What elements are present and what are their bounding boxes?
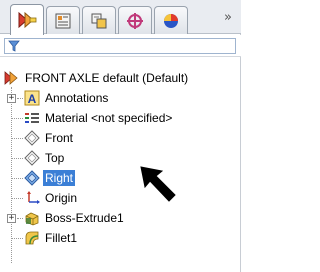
featuremanager-icon: [16, 10, 38, 30]
tree-connector: [11, 118, 23, 119]
tree-filter-input[interactable]: [4, 38, 236, 54]
svg-text:A: A: [27, 92, 36, 106]
filter-funnel-icon: [8, 40, 20, 55]
tree-connector: [11, 158, 23, 159]
plane-icon: [23, 130, 40, 147]
tree-connector: [11, 178, 23, 179]
tree-item-label: Material <not specified>: [45, 111, 173, 125]
part-icon: [3, 70, 20, 87]
tab-featuremanager[interactable]: [10, 4, 44, 35]
tree-item-origin[interactable]: Origin: [23, 188, 79, 208]
tree-item-top-plane[interactable]: Top: [23, 148, 66, 168]
tree-filter-bar: [0, 35, 241, 57]
tree-connector: [11, 238, 23, 239]
feature-manager-panel: » FRONT AXLE default (Default) + A Annot…: [0, 0, 241, 272]
configurationmanager-icon: [89, 11, 109, 31]
tree-root-label: FRONT AXLE default (Default): [25, 71, 189, 85]
tree-item-label: Fillet1: [45, 231, 78, 245]
tree-item-right-plane[interactable]: Right: [23, 168, 76, 188]
origin-icon: [23, 190, 40, 207]
tree-item-label: Top: [45, 151, 65, 165]
fillet-icon: [23, 230, 40, 247]
tab-propertymanager[interactable]: [46, 6, 80, 34]
displaymanager-icon: [161, 11, 181, 31]
tabs-overflow-chevron-icon[interactable]: »: [224, 10, 238, 26]
tab-configurationmanager[interactable]: [82, 6, 116, 34]
tree-item-material[interactable]: Material <not specified>: [23, 108, 174, 128]
tree-connector: [11, 87, 12, 263]
tree-item-label-selected: Right: [43, 170, 76, 186]
expand-boss-extrude-toggle[interactable]: +: [7, 214, 16, 223]
tree-connector: [11, 198, 23, 199]
tree-item-fillet1[interactable]: Fillet1: [23, 228, 79, 248]
tab-dimxpertmanager[interactable]: [118, 6, 152, 34]
pointer-arrow-icon: [140, 166, 176, 202]
tree-item-label: Origin: [45, 191, 78, 205]
material-icon: [23, 110, 40, 127]
tree-item-label: Front: [45, 131, 74, 145]
tree-item-annotations[interactable]: A Annotations: [23, 88, 110, 108]
tree-item-front-plane[interactable]: Front: [23, 128, 75, 148]
extrude-icon: [23, 210, 40, 227]
expand-annotations-toggle[interactable]: +: [7, 94, 16, 103]
tree-item-label: Boss-Extrude1: [45, 211, 124, 225]
annotations-icon: A: [23, 90, 40, 107]
plane-icon: [23, 150, 40, 167]
plane-icon: [23, 170, 40, 187]
tree-connector: [11, 138, 23, 139]
dimxpert-icon: [125, 11, 145, 31]
tree-root[interactable]: FRONT AXLE default (Default): [3, 68, 190, 88]
propertymanager-icon: [53, 11, 73, 31]
manager-tab-strip: »: [0, 0, 241, 35]
tree-item-boss-extrude1[interactable]: Boss-Extrude1: [23, 208, 126, 228]
tree-item-label: Annotations: [45, 91, 109, 105]
tab-displaymanager[interactable]: [154, 6, 188, 34]
